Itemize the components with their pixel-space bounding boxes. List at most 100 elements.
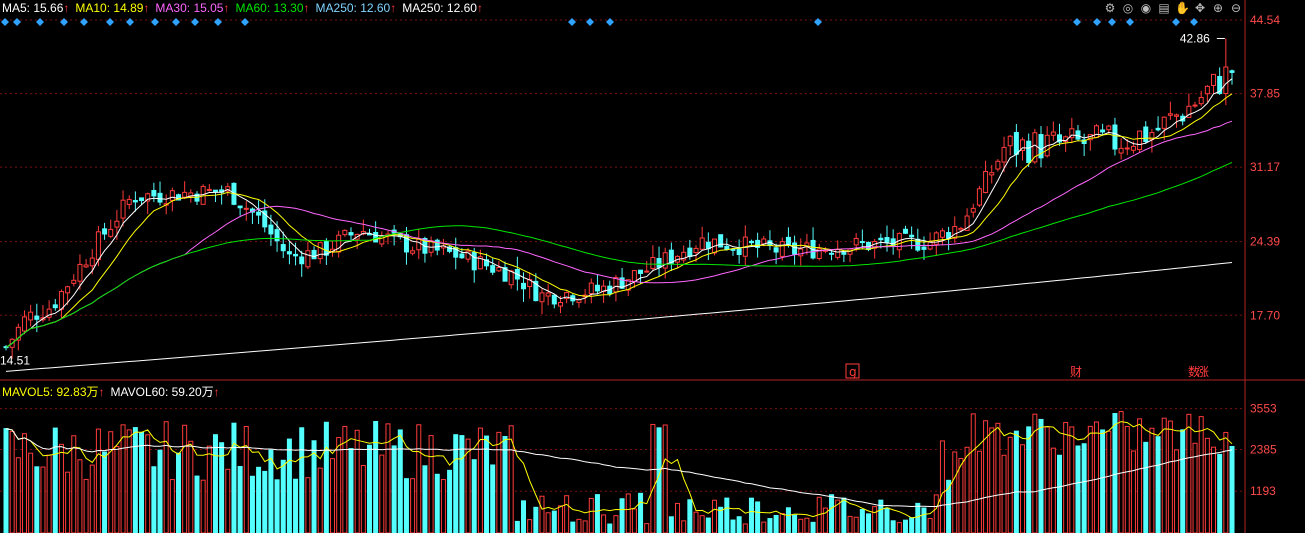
candle-body (644, 270, 650, 273)
zoom-out-icon[interactable]: ⊖ (1229, 1, 1243, 15)
event-diamond-icon (568, 18, 576, 26)
volume-bar (157, 449, 163, 533)
volume-bar (724, 497, 730, 533)
event-marker-cai_label: 财 (1070, 365, 1082, 379)
volume-tick-label: 1193 (1250, 484, 1276, 498)
candle-body (237, 205, 243, 209)
volume-bar (434, 473, 440, 533)
hand-icon[interactable]: ✋ (1175, 1, 1190, 15)
volume-bar (742, 523, 748, 533)
volume-bar (428, 435, 434, 533)
volume-bar (21, 433, 27, 533)
volume-bar (785, 507, 791, 533)
volume-bar (638, 492, 644, 533)
price-legend-item-0: MA5: 15.66↑ (2, 1, 69, 15)
expand-icon[interactable]: ✥ (1193, 1, 1207, 15)
volume-bar (1143, 441, 1149, 533)
candle-body (693, 247, 699, 254)
candle-body (835, 248, 841, 258)
candle-body (71, 279, 77, 284)
stock-chart[interactable]: 44.54 37.85 31.17 24.39 17.70 3553 2385 1193 42.… (0, 0, 1305, 533)
volume-bar (970, 413, 976, 533)
volume-bar (1056, 454, 1062, 533)
candle-body (139, 197, 145, 201)
settings-icon[interactable]: ⚙ (1103, 1, 1117, 15)
volume-bar (902, 519, 908, 533)
volume-bar (280, 459, 286, 533)
volume-bar (286, 438, 292, 533)
volume-bar (1223, 431, 1229, 533)
volume-bar (884, 507, 890, 533)
volume-bar (927, 518, 933, 533)
zoom-in-icon[interactable]: ⊕ (1211, 1, 1225, 15)
candle-body (496, 266, 502, 272)
candle-body (588, 282, 594, 295)
volume-bar (939, 440, 945, 533)
target-icon[interactable]: ◎ (1121, 1, 1135, 15)
candle-body (699, 237, 705, 250)
volume-bar (471, 459, 477, 533)
candle-body (471, 251, 477, 271)
shop-icon[interactable]: ▤ (1157, 1, 1171, 15)
candle-body (58, 291, 64, 310)
volume-bar (9, 431, 15, 533)
price-legend-item-text: MA60: 13.30 (235, 1, 304, 15)
volume-bar (841, 497, 847, 533)
candle-body (958, 227, 964, 231)
volume-bar (71, 435, 77, 533)
candle-body (687, 247, 693, 257)
volume-bar (576, 518, 582, 533)
volume-bar (933, 494, 939, 533)
event-marker-g_label: g (849, 365, 857, 379)
volume-bar (484, 435, 490, 533)
candle-body (748, 240, 754, 244)
volume-bar (588, 497, 594, 533)
volume-bar (1204, 437, 1210, 533)
volume-bar (477, 427, 483, 533)
candle-body (921, 246, 927, 250)
volume-bar (397, 429, 403, 533)
eye-icon[interactable]: ◉ (1139, 1, 1153, 15)
candle-body (638, 269, 644, 274)
volume-bar (699, 515, 705, 533)
volume-bar (305, 477, 311, 533)
event-diamond-icon (606, 18, 614, 26)
candle-body (594, 284, 600, 292)
volume-legend-item-1: MAVOL60: 59.20万↑ (111, 385, 220, 399)
volume-bar (89, 464, 95, 533)
candle-body (52, 304, 58, 309)
price-tick-label: 31.17 (1250, 160, 1280, 174)
volume-bar (989, 427, 995, 533)
candle-body (305, 250, 311, 268)
candle-body (970, 207, 976, 213)
candle-body (102, 228, 108, 235)
candle-body (21, 316, 27, 332)
candle-body (151, 189, 157, 197)
volume-tick-label: 3553 (1250, 402, 1277, 416)
volume-bar (847, 515, 853, 533)
volume-bar (1229, 445, 1235, 533)
volume-bar (163, 421, 169, 533)
candle-body (1100, 129, 1106, 133)
volume-bar (176, 452, 182, 533)
price-legend-item-4: MA250: 12.60↑ (316, 1, 397, 15)
up-arrow-icon: ↑ (213, 385, 220, 399)
volume-bar (798, 518, 804, 533)
candle-body (28, 311, 34, 321)
candle-body (65, 286, 71, 294)
volume-bar (348, 448, 354, 533)
candle-body (551, 294, 557, 305)
candle-body (631, 270, 637, 282)
volume-bar (496, 431, 502, 533)
candle-body (268, 224, 274, 235)
price-legend-item-text: MA5: 15.66 (2, 1, 64, 15)
volume-bar (1007, 436, 1013, 533)
volume-bar (853, 516, 859, 533)
volume-bar (551, 510, 557, 533)
volume-bar (866, 513, 872, 533)
candle-body (157, 192, 163, 203)
candle-body (853, 237, 859, 246)
volume-bar (416, 424, 422, 533)
volume-bar (52, 427, 58, 533)
volume-bar (896, 522, 902, 533)
